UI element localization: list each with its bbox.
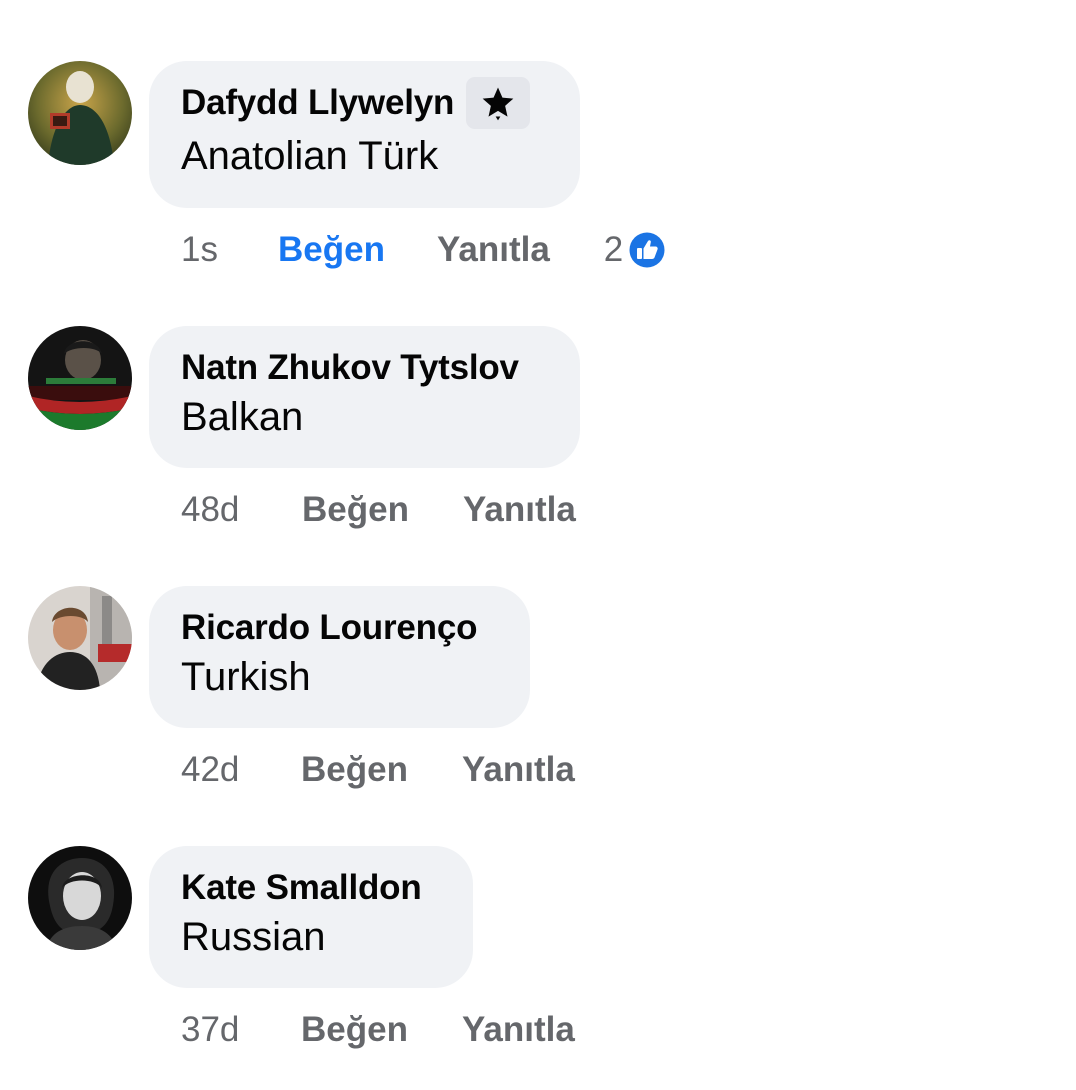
timestamp[interactable]: 48d: [181, 490, 302, 530]
star-icon: [482, 87, 514, 121]
avatar[interactable]: [28, 846, 132, 950]
like-link[interactable]: Beğen: [301, 1010, 408, 1050]
comment-actions: 42d Beğen Yanıtla: [181, 745, 629, 795]
timestamp[interactable]: 42d: [181, 750, 301, 790]
author-row: Kate Smalldon: [181, 863, 441, 913]
reaction-summary[interactable]: 2: [604, 230, 667, 270]
author-name[interactable]: Ricardo Lourenço: [181, 608, 477, 648]
avatar[interactable]: [28, 326, 132, 430]
top-fan-badge[interactable]: [466, 77, 531, 129]
reply-link[interactable]: Yanıtla: [463, 490, 576, 530]
author-name[interactable]: Dafydd Llywelyn: [181, 83, 454, 123]
author-name[interactable]: Kate Smalldon: [181, 868, 422, 908]
reply-link[interactable]: Yanıtla: [462, 750, 575, 790]
author-row: Dafydd Llywelyn: [181, 77, 548, 129]
author-row: Ricardo Lourenço: [181, 603, 498, 653]
comment-text: Turkish: [181, 655, 311, 699]
comment-bubble: Kate Smalldon Russian: [149, 846, 473, 988]
reply-link[interactable]: Yanıtla: [437, 230, 550, 270]
like-link[interactable]: Beğen: [301, 750, 408, 790]
avatar[interactable]: [28, 586, 132, 690]
comment-actions: 48d Beğen Yanıtla: [181, 485, 630, 535]
author-name[interactable]: Natn Zhukov Tytslov: [181, 348, 519, 388]
timestamp[interactable]: 1s: [181, 230, 278, 270]
comment-text: Anatolian Türk: [181, 134, 439, 178]
timestamp[interactable]: 37d: [181, 1010, 301, 1050]
avatar[interactable]: [28, 61, 132, 165]
like-link[interactable]: Beğen: [302, 490, 409, 530]
comment-bubble: Ricardo Lourenço Turkish: [149, 586, 530, 728]
comment-text: Balkan: [181, 395, 304, 439]
like-link[interactable]: Beğen: [278, 230, 385, 270]
comment-text: Russian: [181, 915, 326, 959]
comment-bubble: Natn Zhukov Tytslov Balkan: [149, 326, 580, 468]
author-row: Natn Zhukov Tytslov: [181, 343, 548, 393]
thumbs-up-icon: [628, 231, 667, 269]
reaction-count: 2: [603, 230, 624, 269]
reply-link[interactable]: Yanıtla: [462, 1010, 575, 1050]
comment-bubble: Dafydd Llywelyn Anatolian Türk: [149, 61, 580, 208]
comment-actions: 1s Beğen Yanıtla 2: [181, 225, 667, 275]
comment-actions: 37d Beğen Yanıtla: [181, 1005, 629, 1055]
